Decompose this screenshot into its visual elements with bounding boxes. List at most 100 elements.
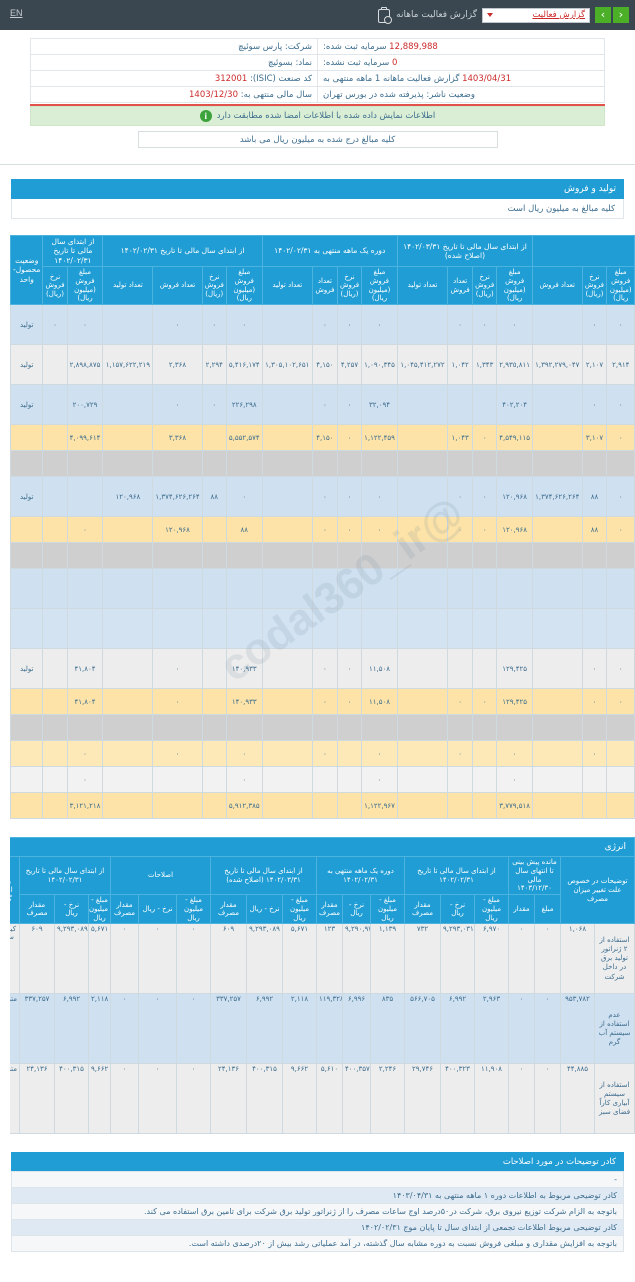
cell: ٢,١٠٧ — [581, 344, 608, 386]
energy-sub-g4-0: مبلغ - میلیون ریال — [88, 894, 111, 925]
table-row: ٠ ٠ ٠ ٠ ٠ ٠ ٠ ٠ ٠ ٠ ٠ ٠ ٠ تولید — [10, 304, 635, 346]
cell: ٠ — [201, 304, 227, 346]
section-divider — [0, 164, 635, 165]
note-text: کادر توضیحی مربوط به اطلاعات دوره ۱ ماهه… — [11, 1187, 624, 1205]
cell: ٠ — [606, 424, 635, 452]
cell — [42, 450, 68, 478]
table-row: ٠ ٠ ١٢٩,۴٢۵ ٠ ٠ ١١,۵٠٨ ٠ ٠ ١۴٠,٩٣٣ ٠ ۴١,٨٠۴ — [10, 688, 635, 716]
sub-header-g1-0: مبلغ فروش (میلیون ریال) — [361, 266, 398, 306]
row-status — [10, 792, 44, 820]
cell — [42, 384, 68, 426]
cell: ٠ — [110, 993, 139, 1065]
energy-row-unit: مترمکعب — [10, 993, 21, 1065]
isic-value: 312001 — [214, 73, 248, 84]
cell — [42, 542, 68, 570]
cell: ۴١,٨٠۴ — [66, 688, 104, 716]
company-value: پارس سوئیچ — [238, 41, 283, 52]
cell: ٢,٢٩۴ — [201, 344, 227, 386]
cell: ٠ — [581, 688, 608, 716]
cell: ۵,۵۵٢,۵٧۴ — [225, 424, 263, 452]
cell: ١,١۵٧,۶٢٢,٢١٩ — [102, 344, 154, 386]
cell: ١١,۵٠٨ — [361, 648, 398, 690]
prev-report-button[interactable]: ‹ — [613, 7, 629, 23]
cell: ٠ — [110, 1063, 139, 1135]
cell: ٠ — [138, 923, 177, 995]
cell: ٩۵٣,٧٨٢ — [560, 993, 595, 1065]
cell — [581, 714, 608, 742]
info-fiscal-year: سال مالی منتهی به: 1403/12/30 — [30, 86, 318, 103]
cell — [606, 450, 635, 478]
note-text: باتوجه به الزام شرکت توزیع نیروی برق، شر… — [11, 1203, 624, 1221]
cell: ١٢٠,٩۶٨ — [102, 476, 154, 518]
unregistered-capital-label: سرمایه ثبت نشده: — [323, 57, 390, 68]
cell — [261, 688, 313, 716]
cell — [42, 516, 68, 544]
production-table-scroll[interactable]: @codal360_ir از ابتدای سال مالی تا تاریخ… — [10, 235, 635, 820]
cell: ١,٠٩٠,٣۴۵ — [361, 344, 398, 386]
cell — [42, 608, 68, 650]
sub-header-left-0: مبلغ فروش (میلیون ریال) — [606, 266, 635, 306]
production-section-title: تولید و فروش — [11, 179, 624, 199]
cell: ٨٨ — [581, 516, 608, 544]
cell: ٢,١١٨ — [282, 993, 317, 1065]
info-symbol: نماد: بسوئیچ — [30, 54, 318, 71]
production-sales-table: از ابتدای سال مالی تا تاریخ ۱۴۰۲/۰۳/۳۱ (… — [10, 235, 635, 820]
cell: ٠ — [508, 923, 535, 995]
cell: ٠ — [66, 516, 104, 544]
cell: ۶,٩٩٢ — [440, 993, 475, 1065]
company-label: شرکت: — [284, 41, 312, 52]
cell — [396, 304, 449, 346]
report-type-select[interactable]: گزارش فعالیت — [482, 7, 590, 23]
cell — [361, 450, 398, 478]
fiscal-label: سال مالی منتهی به: — [240, 89, 312, 100]
cell: ٢۴,١٣۶ — [19, 1063, 55, 1135]
info-row-isic: 1403/04/31 گزارش فعالیت ماهانه 1 ماهه من… — [30, 70, 605, 87]
cell — [102, 304, 154, 346]
cell: ٠ — [361, 304, 398, 346]
next-report-button[interactable]: › — [595, 7, 611, 23]
cell: ٠ — [606, 304, 635, 346]
cell: ٩,٢٩٣,٠٣١ — [440, 923, 475, 995]
production-table-body: ٠ ٠ ٠ ٠ ٠ ٠ ٠ ٠ ٠ ٠ ٠ ٠ ٠ تولید ٢,٩١۴ ٢,١٠٧ ١,٣٩٢,٢٧٩,٠۴… — [10, 304, 635, 820]
note-text: کادر توضیحی مربوط اطلاعات تجمعی از ابتدا… — [11, 1219, 624, 1237]
cell: ٠ — [336, 688, 363, 716]
cell: ٣٢,٠٩۴ — [361, 384, 398, 426]
energy-sub-remaining-0: مبلغ — [534, 894, 561, 925]
issuer-status-value: پذیرفته شده در بورس تهران — [323, 89, 424, 100]
cell: ٠ — [110, 923, 139, 995]
cell: ٨٨ — [225, 516, 263, 544]
cell — [396, 450, 449, 478]
cell: ١٢٠,٩۶٨ — [152, 516, 203, 544]
table-row: ٠ ٠ ١٢٩,۴٢۵ ١١,۵٠٨ ٠ ٠ ١۴٠,٩٣٣ ٠ ۴١,٨٠۴ تولید — [10, 648, 635, 690]
language-toggle-en[interactable]: EN — [10, 8, 23, 18]
cell: ٨٨ — [201, 476, 227, 518]
cell: ٠ — [472, 688, 498, 716]
cell — [396, 568, 449, 610]
energy-title-row: انرژی — [10, 837, 635, 858]
cell — [336, 608, 363, 650]
cell: ١۴٠,٩٣٣ — [225, 688, 263, 716]
energy-sub-remaining-1: مقدار — [508, 894, 535, 925]
info-issuer-status: وضعیت ناشر: پذیرفته شده در بورس تهران — [317, 86, 605, 103]
table-row: ٣,٧٧٩,۵١٨ ١,١٢٢,٩۶٧ ۵,٩١٢,٣٨۵ ٣,١٢١,٢١٨ — [10, 792, 635, 820]
cell: ۶,٩٩٢ — [54, 993, 89, 1065]
energy-notes-col-header: توضیحات در خصوص علت تغییر میزان مصرف — [560, 856, 635, 925]
cell — [532, 608, 583, 650]
cell: ٠ — [66, 304, 104, 346]
cell — [66, 608, 104, 650]
cell: ١,٣٠۵,١٠٢,۶۵١ — [261, 344, 313, 386]
cell: ١,٣٧۴,۶٢۶,٢۶۴ — [532, 476, 583, 518]
page-title: گزارش فعالیت ماهانه — [396, 10, 477, 20]
cell: ١١,۵٠٨ — [361, 688, 398, 716]
sub-header-g1-3: تعداد تولید — [261, 266, 313, 306]
cell — [472, 542, 498, 570]
cell — [261, 568, 313, 610]
cell: ٠ — [66, 766, 104, 794]
cell: ٠ — [508, 1063, 535, 1135]
cell — [532, 740, 583, 768]
energy-table-scroll[interactable]: انرژی توضیحات در خصوص علت تغییر میزان مص… — [10, 837, 635, 1135]
list-item: کادر توضیحی مربوط اطلاعات تجمعی از ابتدا… — [11, 1219, 624, 1237]
cell: ٠ — [534, 1063, 561, 1135]
cell — [447, 608, 474, 650]
sub-header-left-1: نرخ فروش (ریال) — [581, 266, 608, 306]
